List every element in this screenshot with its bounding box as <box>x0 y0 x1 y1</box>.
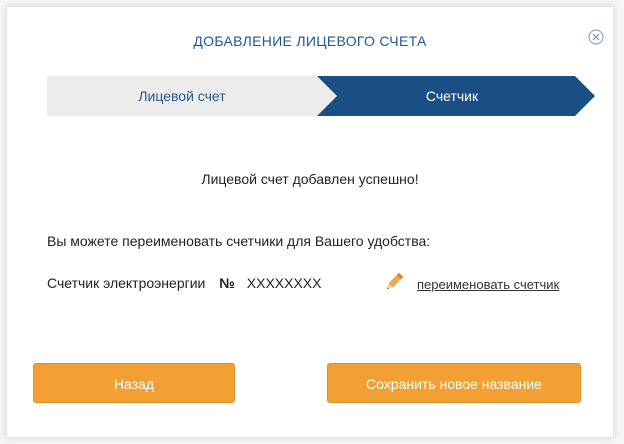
success-message: Лицевой счет добавлен успешно! <box>201 171 419 187</box>
close-icon[interactable] <box>588 29 604 45</box>
back-button[interactable]: Назад <box>33 363 235 403</box>
rename-hint: Вы можете переименовать счетчики для Ваш… <box>47 233 431 249</box>
step-meter-label: Счетчик <box>425 88 479 104</box>
meter-row: Счетчик электроэнергии № XXXXXXXX <box>47 275 321 291</box>
meter-number-sign: № <box>219 275 235 291</box>
step-meter: Счетчик <box>317 76 595 116</box>
pencil-icon[interactable] <box>383 271 405 293</box>
meter-label: Счетчик электроэнергии <box>47 275 206 291</box>
add-account-dialog: ДОБАВЛЕНИЕ ЛИЦЕВОГО СЧЕТА Лицевой счет С… <box>6 6 614 438</box>
step-account-label: Лицевой счет <box>138 88 226 104</box>
meter-number: XXXXXXXX <box>246 275 322 291</box>
rename-meter-link[interactable]: переименовать счетчик <box>417 277 559 292</box>
save-new-name-button[interactable]: Сохранить новое название <box>327 363 581 403</box>
dialog-title: ДОБАВЛЕНИЕ ЛИЦЕВОГО СЧЕТА <box>193 33 427 49</box>
step-account: Лицевой счет <box>47 76 357 116</box>
wizard-steps: Лицевой счет Счетчик <box>47 76 595 116</box>
